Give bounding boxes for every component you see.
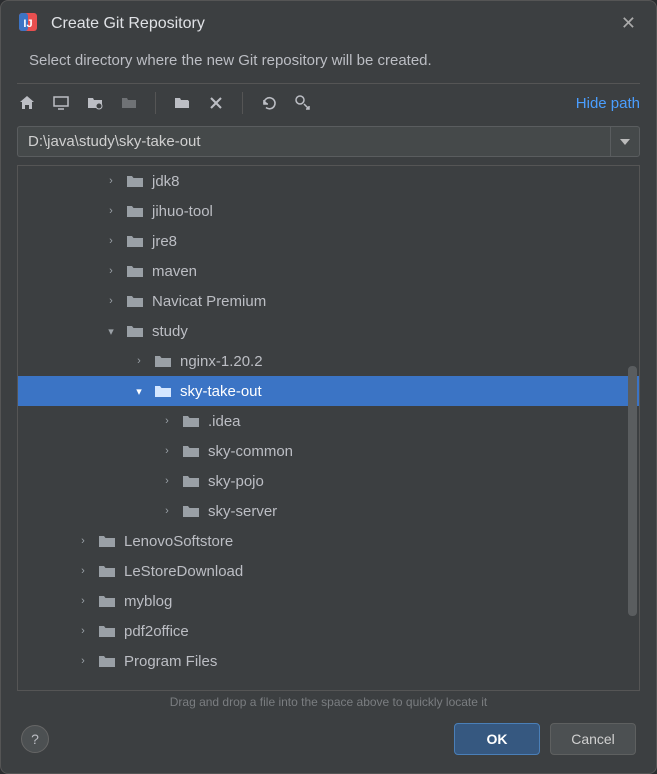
module-icon[interactable]: [119, 93, 139, 113]
svg-text:IJ: IJ: [23, 18, 32, 30]
toolbar: + Hide path: [1, 84, 656, 122]
delete-icon[interactable]: [206, 93, 226, 113]
tree-item-label: maven: [152, 263, 197, 280]
expand-icon[interactable]: ›: [104, 205, 118, 217]
tree-row[interactable]: › jre8: [18, 226, 639, 256]
drag-drop-hint: Drag and drop a file into the space abov…: [1, 691, 656, 709]
tree-row[interactable]: › jihuo-tool: [18, 196, 639, 226]
help-button[interactable]: ?: [21, 725, 49, 753]
folder-icon: [126, 323, 146, 339]
folder-icon: [126, 263, 146, 279]
button-bar: ? OK Cancel: [1, 709, 656, 773]
folder-icon: [182, 503, 202, 519]
tree-item-label: sky-server: [208, 503, 277, 520]
expand-icon[interactable]: ›: [132, 355, 146, 367]
tree-row[interactable]: › Navicat Premium: [18, 286, 639, 316]
folder-icon: [126, 233, 146, 249]
desktop-icon[interactable]: [51, 93, 71, 113]
home-icon[interactable]: [17, 93, 37, 113]
tree-row[interactable]: › nginx-1.20.2: [18, 346, 639, 376]
close-icon[interactable]: ✕: [617, 13, 640, 34]
tree-item-label: jihuo-tool: [152, 203, 213, 220]
project-icon[interactable]: [85, 93, 105, 113]
tree-container: › jdk8 › jihuo-tool › jre8 › maven › Navicat Prem…: [17, 165, 640, 691]
tree-row[interactable]: › .idea: [18, 406, 639, 436]
tree-row[interactable]: ▾ study: [18, 316, 639, 346]
expand-icon[interactable]: ›: [76, 655, 90, 667]
tree-item-label: Navicat Premium: [152, 293, 266, 310]
expand-icon[interactable]: ›: [104, 295, 118, 307]
directory-tree[interactable]: › jdk8 › jihuo-tool › jre8 › maven › Navicat Prem…: [18, 166, 639, 690]
expand-icon[interactable]: ›: [76, 595, 90, 607]
separator: [155, 92, 156, 114]
tree-row[interactable]: ▾ sky-take-out: [18, 376, 639, 406]
tree-row[interactable]: › sky-common: [18, 436, 639, 466]
new-folder-icon[interactable]: +: [172, 93, 192, 113]
expand-icon[interactable]: ›: [160, 445, 174, 457]
scrollbar[interactable]: [628, 366, 637, 616]
folder-icon: [98, 653, 118, 669]
tree-row[interactable]: › sky-server: [18, 496, 639, 526]
tree-row[interactable]: › Program Files: [18, 646, 639, 676]
expand-icon[interactable]: ›: [160, 475, 174, 487]
folder-icon: [98, 593, 118, 609]
ok-button[interactable]: OK: [454, 723, 540, 755]
folder-icon: [182, 443, 202, 459]
tree-row[interactable]: › LeStoreDownload: [18, 556, 639, 586]
folder-icon: [154, 383, 174, 399]
tree-item-label: LeStoreDownload: [124, 563, 243, 580]
tree-item-label: myblog: [124, 593, 172, 610]
tree-item-label: sky-pojo: [208, 473, 264, 490]
tree-item-label: pdf2office: [124, 623, 189, 640]
path-dropdown-button[interactable]: [610, 126, 640, 157]
expand-icon[interactable]: ›: [104, 235, 118, 247]
tree-row[interactable]: › myblog: [18, 586, 639, 616]
folder-icon: [182, 413, 202, 429]
folder-icon: [126, 293, 146, 309]
expand-icon[interactable]: ›: [76, 535, 90, 547]
expand-icon[interactable]: ›: [76, 625, 90, 637]
folder-icon: [182, 473, 202, 489]
expand-icon[interactable]: ▾: [132, 385, 146, 398]
hide-path-link[interactable]: Hide path: [576, 95, 640, 112]
tree-row[interactable]: › pdf2office: [18, 616, 639, 646]
folder-icon: [98, 533, 118, 549]
tree-item-label: study: [152, 323, 188, 340]
tree-item-label: sky-common: [208, 443, 293, 460]
folder-icon: [126, 203, 146, 219]
refresh-icon[interactable]: [259, 93, 279, 113]
folder-icon: [98, 563, 118, 579]
expand-icon[interactable]: ›: [160, 505, 174, 517]
path-input[interactable]: [17, 126, 610, 157]
tree-row[interactable]: › sky-pojo: [18, 466, 639, 496]
dialog-title: Create Git Repository: [51, 15, 605, 33]
tree-item-label: sky-take-out: [180, 383, 262, 400]
tree-item-label: nginx-1.20.2: [180, 353, 263, 370]
titlebar: IJ Create Git Repository ✕: [1, 1, 656, 46]
tree-item-label: .idea: [208, 413, 241, 430]
expand-icon[interactable]: ›: [104, 175, 118, 187]
app-icon: IJ: [17, 11, 39, 36]
dialog-subtitle: Select directory where the new Git repos…: [1, 46, 656, 83]
folder-icon: [98, 623, 118, 639]
tree-row[interactable]: › jdk8: [18, 166, 639, 196]
tree-item-label: Program Files: [124, 653, 217, 670]
show-hidden-icon[interactable]: [293, 93, 313, 113]
separator: [242, 92, 243, 114]
expand-icon[interactable]: ›: [76, 565, 90, 577]
tree-item-label: LenovoSoftstore: [124, 533, 233, 550]
tree-item-label: jdk8: [152, 173, 180, 190]
cancel-button[interactable]: Cancel: [550, 723, 636, 755]
folder-icon: [126, 173, 146, 189]
tree-item-label: jre8: [152, 233, 177, 250]
path-row: [1, 122, 656, 165]
expand-icon[interactable]: ▾: [104, 325, 118, 338]
folder-icon: [154, 353, 174, 369]
expand-icon[interactable]: ›: [104, 265, 118, 277]
expand-icon[interactable]: ›: [160, 415, 174, 427]
tree-row[interactable]: › maven: [18, 256, 639, 286]
dialog: IJ Create Git Repository ✕ Select direct…: [0, 0, 657, 774]
svg-text:+: +: [186, 94, 191, 104]
tree-row[interactable]: › LenovoSoftstore: [18, 526, 639, 556]
